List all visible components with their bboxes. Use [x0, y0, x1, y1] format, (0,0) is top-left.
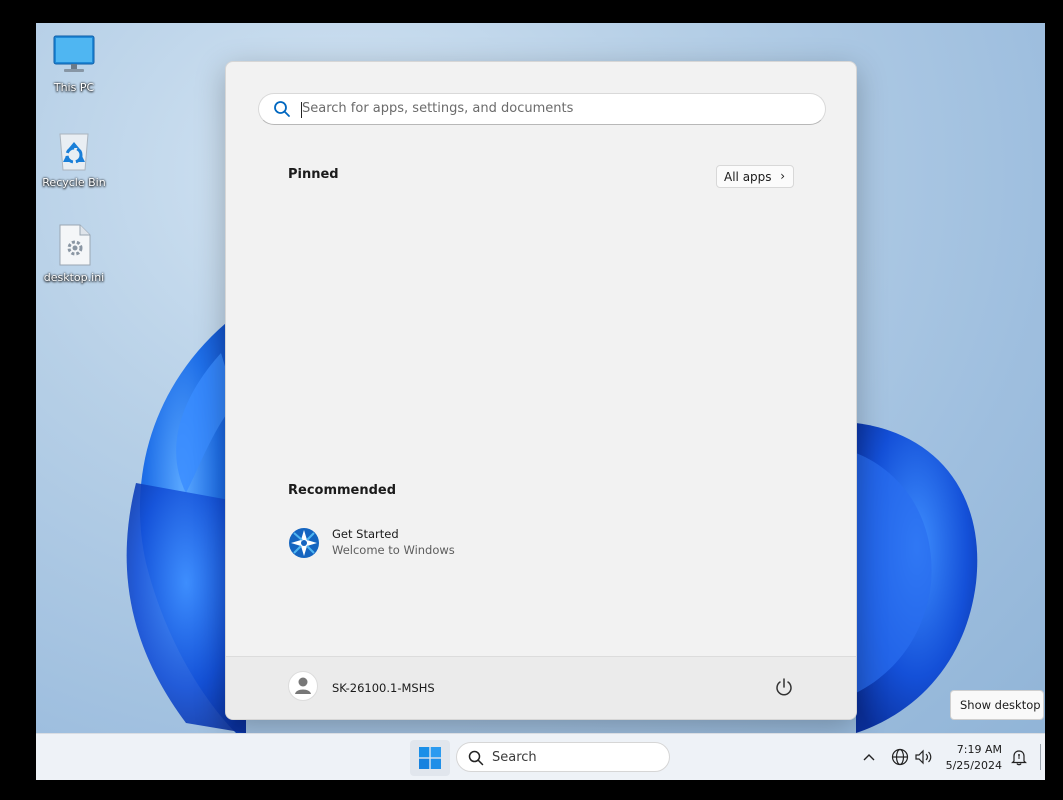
desktop-icon-label: Recycle Bin: [42, 176, 106, 189]
start-menu: Search for apps, settings, and documents…: [225, 61, 857, 720]
desktop-screen: This PC Recycle Bin desktop.ini Search f…: [36, 23, 1045, 780]
user-avatar-icon: [288, 671, 318, 705]
settings-file-icon: [52, 223, 96, 267]
power-icon[interactable]: [774, 677, 794, 701]
desktop-icon-recycle-bin[interactable]: Recycle Bin: [36, 128, 112, 189]
search-icon: [468, 750, 484, 770]
clock-time: 7:19 AM: [956, 743, 1002, 756]
start-button[interactable]: [410, 740, 450, 776]
volume-icon[interactable]: [914, 748, 934, 770]
search-placeholder: Search for apps, settings, and documents: [302, 101, 574, 116]
chevron-right-icon: ›: [780, 169, 785, 183]
recycle-bin-icon: [52, 128, 96, 172]
start-search-input[interactable]: Search for apps, settings, and documents: [258, 93, 826, 125]
taskbar: Search 7:19 AM 5/25/2024: [36, 733, 1045, 780]
recommended-item-title: Get Started: [332, 527, 399, 541]
chevron-up-icon[interactable]: [862, 750, 876, 769]
taskbar-search-box[interactable]: Search: [456, 742, 670, 772]
taskbar-search-label: Search: [492, 750, 537, 765]
desktop-icon-this-pc[interactable]: This PC: [36, 33, 112, 94]
recommended-title: Recommended: [288, 483, 397, 498]
taskbar-clock[interactable]: 7:19 AM 5/25/2024: [942, 742, 1002, 774]
user-name: SK-26100.1-MSHS: [332, 681, 435, 695]
notification-bell-icon[interactable]: [1010, 748, 1028, 770]
all-apps-label: All apps: [724, 170, 772, 184]
pinned-title: Pinned: [288, 167, 339, 182]
desktop-icon-label: desktop.ini: [43, 271, 105, 284]
network-globe-icon[interactable]: [891, 748, 909, 770]
recommended-item-get-started[interactable]: Get Started Welcome to Windows: [288, 525, 528, 561]
desktop-icon-desktop-ini[interactable]: desktop.ini: [36, 223, 112, 284]
monitor-icon: [52, 33, 96, 77]
windows-logo-icon: [419, 747, 441, 773]
desktop-icon-label: This PC: [53, 81, 95, 94]
clock-date: 5/25/2024: [945, 759, 1002, 772]
start-menu-footer: SK-26100.1-MSHS: [226, 656, 856, 719]
get-started-icon: [288, 527, 320, 563]
all-apps-button[interactable]: All apps ›: [716, 165, 794, 188]
recommended-item-subtitle: Welcome to Windows: [332, 543, 455, 557]
search-icon: [273, 100, 291, 122]
show-desktop-tooltip: Show desktop: [950, 690, 1044, 720]
show-desktop-strip[interactable]: [1040, 744, 1041, 770]
